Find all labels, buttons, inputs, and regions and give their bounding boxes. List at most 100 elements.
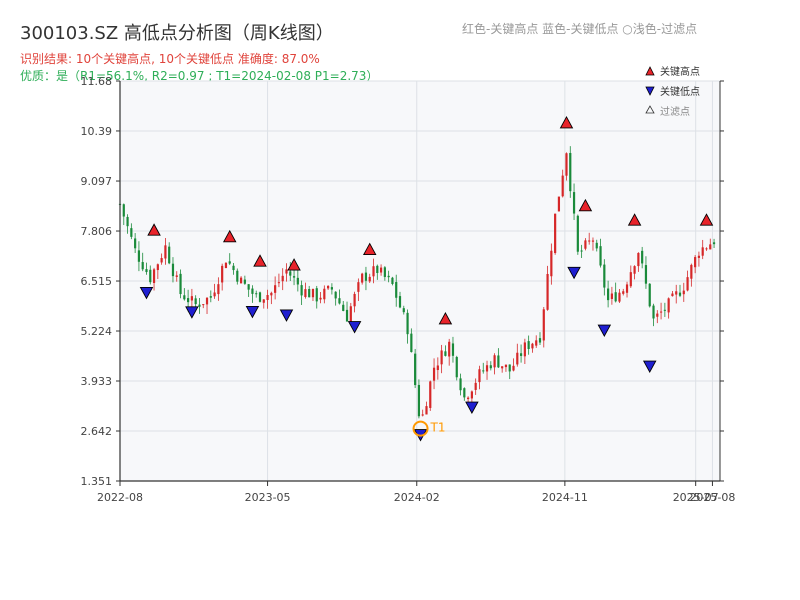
candle-body: [395, 282, 398, 298]
candle-body: [622, 291, 625, 294]
candle-body: [251, 288, 254, 294]
candle-body: [463, 388, 466, 398]
candle-body: [512, 365, 515, 371]
candle-body: [304, 289, 307, 298]
candle-body: [243, 279, 246, 284]
candle-body: [239, 277, 243, 284]
candle-body: [675, 291, 678, 295]
candle-body: [421, 414, 424, 416]
candle-body: [467, 397, 470, 400]
candle-body: [618, 292, 621, 302]
candle-body: [232, 265, 235, 271]
y-tick-label: 3.933: [81, 375, 113, 388]
candle-body: [535, 340, 538, 346]
candle-body: [361, 273, 364, 283]
candle-body: [383, 267, 386, 277]
candle-body: [247, 284, 250, 290]
chart-root: 300103.SZ 高低点分析图（周K线图） 识别结果: 10个关键高点, 10…: [20, 21, 735, 504]
candle-body: [315, 288, 318, 302]
legend-high-label: 关键高点: [660, 65, 700, 78]
candle-body: [470, 391, 473, 399]
candle-body: [338, 298, 341, 304]
candle-body: [523, 342, 526, 357]
x-tick-label: 2023-05: [245, 491, 291, 504]
candle-body: [213, 292, 216, 297]
candle-body: [663, 309, 666, 311]
candle-body: [414, 353, 417, 386]
candle-body: [451, 343, 455, 356]
candle-body: [625, 284, 629, 293]
candle-body: [387, 275, 390, 278]
candle-body: [610, 293, 613, 299]
candle-body: [145, 269, 148, 273]
candle-body: [542, 309, 545, 341]
candle-body: [141, 262, 144, 270]
candlestick: [417, 379, 421, 419]
candle-body: [603, 264, 606, 288]
candle-body: [122, 204, 125, 217]
candle-body: [565, 153, 568, 176]
candle-body: [171, 263, 175, 277]
candle-body: [289, 271, 292, 276]
candle-body: [217, 284, 220, 295]
candle-body: [292, 276, 296, 278]
candle-body: [372, 266, 375, 277]
candle-body: [398, 296, 402, 308]
candlestick: [569, 146, 572, 198]
candle-body: [281, 275, 284, 282]
candle-body: [584, 240, 587, 249]
candle-body: [429, 381, 432, 408]
candle-body: [489, 365, 492, 369]
candle-body: [319, 297, 322, 300]
header-color-legend: 红色-关键高点 蓝色-关键低点 ○浅色-过滤点: [462, 21, 697, 36]
candle-body: [444, 351, 447, 356]
candle-body: [678, 292, 682, 296]
y-tick-label: 7.806: [81, 225, 113, 238]
candle-body: [516, 352, 519, 365]
candle-body: [194, 298, 197, 305]
candle-body: [425, 406, 428, 415]
x-tick-label: 2025-08: [689, 491, 735, 504]
candle-body: [633, 266, 636, 274]
candle-body: [701, 247, 704, 256]
candle-body: [561, 175, 564, 197]
candle-body: [330, 287, 333, 290]
candle-body: [126, 216, 129, 227]
candle-body: [296, 277, 299, 285]
candle-body: [671, 293, 674, 297]
candle-body: [376, 265, 379, 274]
candle-body: [614, 292, 617, 302]
candle-body: [224, 262, 228, 269]
candle-body: [183, 295, 186, 300]
candle-body: [149, 269, 152, 283]
candlestick: [648, 283, 651, 308]
candle-body: [187, 298, 190, 303]
candlestick: [414, 348, 417, 389]
candle-body: [690, 264, 693, 279]
candle-body: [504, 364, 508, 368]
candle-body: [334, 291, 337, 299]
candle-body: [300, 285, 303, 296]
candle-body: [648, 283, 651, 307]
candle-body: [160, 258, 163, 263]
candle-body: [478, 369, 481, 383]
candle-body: [156, 264, 159, 271]
candle-body: [591, 240, 595, 242]
candle-body: [417, 384, 421, 417]
candle-body: [134, 238, 137, 249]
candle-body: [493, 355, 496, 368]
candle-body: [327, 285, 330, 289]
candle-body: [569, 152, 572, 192]
candle-body: [656, 313, 659, 317]
candle-body: [357, 282, 360, 292]
candle-body: [368, 276, 371, 282]
candle-body: [221, 265, 224, 283]
y-tick-label: 6.515: [81, 275, 113, 288]
y-tick-label: 5.224: [81, 325, 113, 338]
candle-body: [485, 365, 489, 372]
candle-body: [546, 273, 549, 310]
x-tick-label: 2024-11: [542, 491, 588, 504]
candle-body: [198, 304, 201, 307]
legend-high-marker: [645, 66, 655, 76]
candle-body: [308, 289, 311, 298]
